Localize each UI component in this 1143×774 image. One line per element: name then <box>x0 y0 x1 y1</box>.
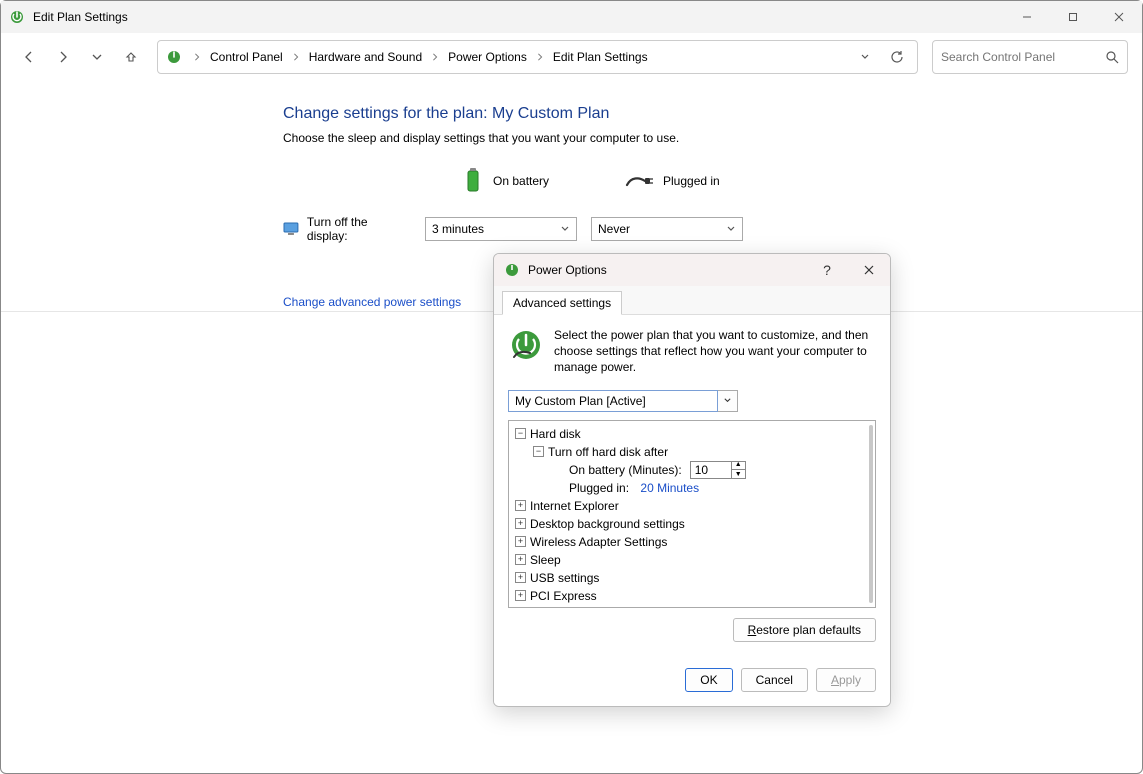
close-button[interactable] <box>1096 1 1142 33</box>
crumb-edit[interactable]: Edit Plan Settings <box>549 48 652 66</box>
chevron-down-icon <box>560 224 570 234</box>
node-sleep[interactable]: Sleep <box>530 551 561 569</box>
display-setting-row: Turn off the display: 3 minutes Never <box>283 215 1142 243</box>
expand-icon[interactable]: + <box>515 572 526 583</box>
help-button[interactable]: ? <box>810 256 844 284</box>
on-battery-label: On battery (Minutes): <box>569 461 682 479</box>
settings-tree[interactable]: −Hard disk −Turn off hard disk after On … <box>508 420 876 608</box>
column-headers: On battery Plugged in <box>463 167 1142 195</box>
search-input[interactable] <box>941 50 1099 64</box>
back-button[interactable] <box>15 43 43 71</box>
maximize-button[interactable] <box>1050 1 1096 33</box>
power-icon <box>504 262 520 278</box>
plan-select[interactable]: My Custom Plan [Active] <box>508 390 876 412</box>
plugged-in-value[interactable]: 20 Minutes <box>640 479 699 497</box>
node-desktop[interactable]: Desktop background settings <box>530 515 685 533</box>
node-hard-disk[interactable]: Hard disk <box>530 425 581 443</box>
window-titlebar: Edit Plan Settings <box>1 1 1142 33</box>
power-options-dialog: Power Options ? Advanced settings Select… <box>493 253 891 707</box>
apply-button[interactable]: Apply <box>816 668 876 692</box>
node-pci[interactable]: PCI Express <box>530 587 597 605</box>
search-icon <box>1105 50 1119 64</box>
on-battery-input[interactable] <box>691 463 731 477</box>
advanced-link[interactable]: Change advanced power settings <box>283 295 461 309</box>
on-battery-spinner[interactable]: ▲▼ <box>690 461 746 479</box>
expand-icon[interactable]: + <box>515 500 526 511</box>
dialog-close-button[interactable] <box>852 256 886 284</box>
display-label: Turn off the display: <box>307 215 411 243</box>
expand-icon[interactable]: + <box>515 518 526 529</box>
col-plugged-label: Plugged in <box>663 174 720 188</box>
node-wireless[interactable]: Wireless Adapter Settings <box>530 533 667 551</box>
dialog-desc: Select the power plan that you want to c… <box>554 327 876 376</box>
tab-advanced[interactable]: Advanced settings <box>502 291 622 315</box>
power-icon <box>166 49 182 65</box>
recent-dropdown[interactable] <box>83 43 111 71</box>
restore-defaults-button[interactable]: Restore plan defaults <box>733 618 876 642</box>
page-heading: Change settings for the plan: My Custom … <box>283 105 1142 123</box>
collapse-icon[interactable]: − <box>515 428 526 439</box>
node-turn-off-hdd[interactable]: Turn off hard disk after <box>548 443 668 461</box>
dialog-tabs: Advanced settings <box>494 286 890 315</box>
navbar: Control Panel Hardware and Sound Power O… <box>1 33 1142 81</box>
plug-icon <box>625 173 653 189</box>
dialog-titlebar: Power Options ? <box>494 254 890 286</box>
display-plugged-value: Never <box>598 222 630 236</box>
plan-select-dropdown[interactable] <box>718 390 738 412</box>
tree-scrollbar[interactable] <box>869 425 873 603</box>
display-battery-dropdown[interactable]: 3 minutes <box>425 217 577 241</box>
col-battery-label: On battery <box>493 174 549 188</box>
spin-down[interactable]: ▼ <box>732 470 745 479</box>
address-dropdown[interactable] <box>855 47 875 67</box>
cancel-button[interactable]: Cancel <box>741 668 808 692</box>
crumb-control-panel[interactable]: Control Panel <box>206 48 287 66</box>
power-icon <box>9 9 25 25</box>
node-display[interactable]: Display <box>530 605 569 608</box>
power-plan-icon <box>508 327 544 363</box>
minimize-button[interactable] <box>1004 1 1050 33</box>
chevron-right-icon[interactable] <box>190 50 204 64</box>
battery-icon <box>463 167 483 195</box>
plugged-in-label: Plugged in: <box>569 479 629 497</box>
chevron-right-icon[interactable] <box>428 50 442 64</box>
address-bar[interactable]: Control Panel Hardware and Sound Power O… <box>157 40 918 74</box>
chevron-right-icon[interactable] <box>289 50 303 64</box>
search-box[interactable] <box>932 40 1128 74</box>
expand-icon[interactable]: + <box>515 554 526 565</box>
dialog-title: Power Options <box>528 263 607 277</box>
spin-up[interactable]: ▲ <box>732 461 745 470</box>
chevron-right-icon[interactable] <box>533 50 547 64</box>
forward-button[interactable] <box>49 43 77 71</box>
chevron-down-icon <box>726 224 736 234</box>
window-title: Edit Plan Settings <box>33 10 128 24</box>
crumb-power[interactable]: Power Options <box>444 48 531 66</box>
ok-button[interactable]: OK <box>685 668 732 692</box>
up-button[interactable] <box>117 43 145 71</box>
display-battery-value: 3 minutes <box>432 222 484 236</box>
node-ie[interactable]: Internet Explorer <box>530 497 619 515</box>
display-plugged-dropdown[interactable]: Never <box>591 217 743 241</box>
plan-select-value: My Custom Plan [Active] <box>508 390 718 412</box>
node-usb[interactable]: USB settings <box>530 569 599 587</box>
page-subtext: Choose the sleep and display settings th… <box>283 131 1142 145</box>
monitor-icon <box>283 221 299 237</box>
dialog-footer: OK Cancel Apply <box>494 654 890 706</box>
refresh-button[interactable] <box>883 43 911 71</box>
crumb-hardware[interactable]: Hardware and Sound <box>305 48 426 66</box>
expand-icon[interactable]: + <box>515 536 526 547</box>
collapse-icon[interactable]: − <box>533 446 544 457</box>
expand-icon[interactable]: + <box>515 590 526 601</box>
